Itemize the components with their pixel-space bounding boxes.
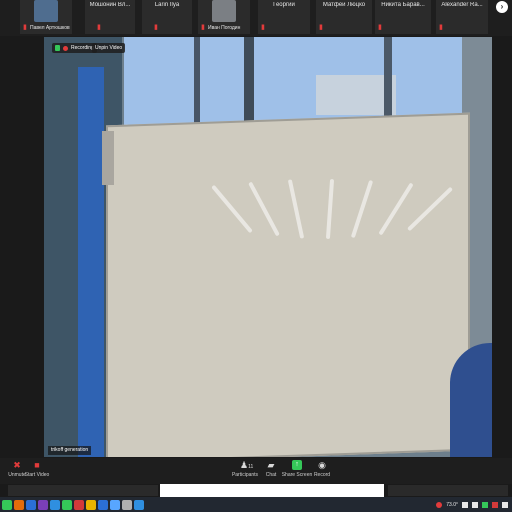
participant-label: Павел Артюшков bbox=[30, 25, 70, 31]
chat-icon: ▰ bbox=[267, 460, 275, 470]
participant-tile[interactable]: Larin Ilya ▮ bbox=[142, 0, 192, 34]
recording-badge[interactable]: Recording bbox=[52, 43, 97, 53]
share-screen-icon: ↑ bbox=[292, 460, 302, 470]
temperature: 73.0° bbox=[446, 501, 458, 508]
volume-icon[interactable] bbox=[472, 501, 478, 508]
mic-muted-icon: ▮ bbox=[261, 24, 265, 31]
recording-label: Recording bbox=[71, 45, 94, 51]
active-speaker-video: Recording Unpin Video trikoff generation bbox=[44, 37, 492, 457]
mic-muted-icon: ▮ bbox=[97, 24, 101, 31]
record-label: Record bbox=[313, 472, 331, 478]
battery-icon[interactable] bbox=[482, 501, 488, 508]
record-button[interactable]: ◉ Record bbox=[305, 460, 339, 482]
participant-label: Иван Погодин bbox=[208, 25, 241, 31]
shield-icon bbox=[55, 45, 60, 51]
record-dot-icon bbox=[63, 45, 68, 51]
bar-segment bbox=[388, 485, 508, 496]
bar-segment bbox=[8, 485, 158, 496]
participant-name: Larin Ilya bbox=[154, 2, 180, 8]
whiteboard bbox=[106, 112, 470, 457]
clock-icon[interactable] bbox=[502, 501, 508, 508]
participant-count: 11 bbox=[248, 464, 254, 470]
video-off-icon: ■ bbox=[34, 460, 40, 470]
participant-strip: ▮ Павел Артюшков Мошонин Вл... ▮ Larin I… bbox=[0, 0, 512, 36]
participant-name: Георгий bbox=[273, 2, 295, 8]
notification-bar bbox=[0, 484, 512, 497]
participant-tile[interactable]: ▮ Павел Артюшков bbox=[20, 0, 72, 34]
participant-name: Никита Барав... bbox=[381, 2, 425, 8]
participant-tile[interactable]: Никита Барав... ▮ bbox=[375, 0, 431, 34]
participant-name: Alexander Ra... bbox=[441, 2, 483, 8]
participant-tile[interactable]: Георгий ▮ bbox=[258, 0, 310, 34]
participant-tile[interactable]: Матфей Люцко ▮ bbox=[316, 0, 372, 34]
curtain bbox=[78, 67, 104, 457]
participant-video-thumb bbox=[212, 0, 236, 22]
app-icon[interactable] bbox=[38, 499, 48, 510]
speaker-name-tag: trikoff generation bbox=[48, 446, 92, 455]
mic-muted-icon: ▮ bbox=[439, 24, 443, 31]
app-icon[interactable] bbox=[26, 499, 36, 510]
mic-muted-icon: ▮ bbox=[319, 24, 323, 31]
flag-icon[interactable] bbox=[492, 501, 498, 508]
app-icon[interactable] bbox=[98, 499, 108, 510]
os-taskbar: 73.0° bbox=[0, 497, 512, 512]
mic-muted-icon: ▮ bbox=[23, 24, 27, 31]
start-video-button[interactable]: ■ Start Video bbox=[20, 460, 54, 482]
meeting-toolbar: ✖ Unmute ■ Start Video ♟11 Participants … bbox=[0, 458, 512, 484]
participant-name: Мошонин Вл... bbox=[89, 2, 131, 8]
app-icon[interactable] bbox=[110, 499, 120, 510]
person-shoulder bbox=[450, 343, 492, 457]
wifi-icon[interactable] bbox=[462, 501, 468, 508]
text-field[interactable] bbox=[160, 484, 384, 497]
app-icon[interactable] bbox=[62, 499, 72, 510]
mic-muted-icon: ▮ bbox=[378, 24, 382, 31]
participant-name: Матфей Люцко bbox=[322, 2, 366, 8]
app-icon[interactable] bbox=[2, 499, 12, 510]
participant-tile[interactable]: Alexander Ra... ▮ bbox=[436, 0, 488, 34]
system-tray: 73.0° bbox=[436, 499, 508, 510]
app-icon[interactable] bbox=[50, 499, 60, 510]
unpin-label: Unpin Video bbox=[95, 45, 123, 51]
participants-icon: ♟11 bbox=[240, 460, 254, 470]
participant-tile[interactable]: Мошонин Вл... ▮ bbox=[85, 0, 135, 34]
record-icon: ◉ bbox=[318, 460, 326, 470]
zoom-meeting-window: ▮ Павел Артюшков Мошонин Вл... ▮ Larin I… bbox=[0, 0, 512, 512]
app-icon[interactable] bbox=[134, 499, 144, 510]
mic-muted-icon: ▮ bbox=[154, 24, 158, 31]
app-icon[interactable] bbox=[14, 499, 24, 510]
participant-tile[interactable]: ▮ Иван Погодин bbox=[198, 0, 250, 34]
participant-video-thumb bbox=[34, 0, 58, 22]
app-icon[interactable] bbox=[86, 499, 96, 510]
unpin-video-button[interactable]: Unpin Video bbox=[92, 43, 126, 53]
location-icon[interactable] bbox=[436, 501, 443, 508]
app-icon[interactable] bbox=[74, 499, 84, 510]
mic-muted-icon: ▮ bbox=[201, 24, 205, 31]
speaker-name: trikoff generation bbox=[51, 447, 89, 453]
app-icon[interactable] bbox=[122, 499, 132, 510]
whiteboard-clip bbox=[102, 131, 114, 185]
start-video-label: Start Video bbox=[24, 472, 50, 478]
chevron-right-icon[interactable]: › bbox=[496, 1, 508, 13]
